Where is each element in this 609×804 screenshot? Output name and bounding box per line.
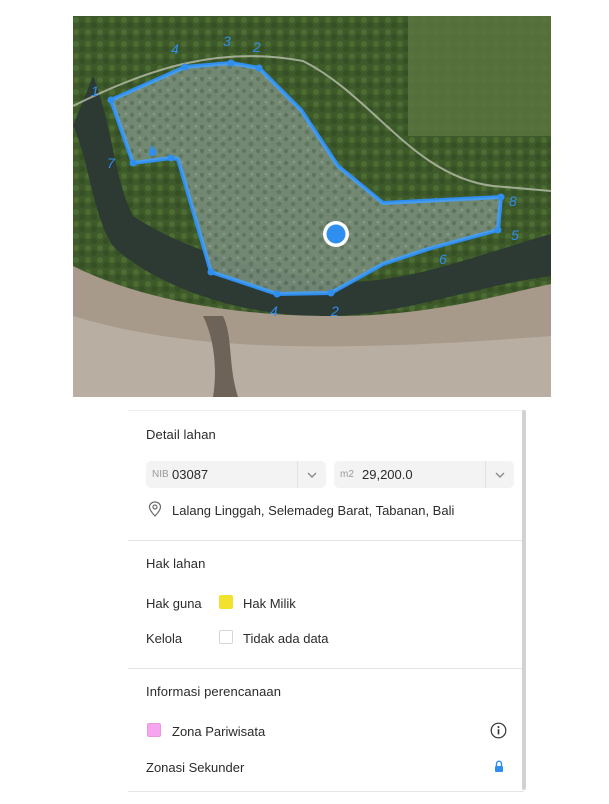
boundary-label: 6	[439, 251, 447, 267]
nib-value: 03087	[172, 467, 209, 482]
section-title-rights: Hak lahan	[146, 556, 206, 571]
parcel-map[interactable]: 4 3 2 1 7 5 8 6 5 4 2	[73, 16, 551, 397]
zonasi-sekunder-label: Zonasi Sekunder	[146, 760, 245, 775]
area-field[interactable]: m2 29,200.0	[334, 461, 514, 488]
detail-panel: Detail lahan NIB 03087 m2 29,200.0 Lalan…	[128, 410, 524, 792]
zona-label: Zona Pariwisata	[172, 724, 266, 739]
boundary-label: 2	[252, 39, 261, 55]
hak-guna-value: Hak Milik	[243, 596, 296, 611]
boundary-label: 7	[107, 155, 116, 171]
nib-prefix: NIB	[152, 469, 169, 480]
boundary-label: 3	[223, 33, 231, 49]
nib-field[interactable]: NIB 03087	[146, 461, 326, 488]
boundary-label: 1	[91, 83, 99, 99]
panel-scrollbar[interactable]	[522, 410, 526, 790]
field-area	[408, 16, 551, 136]
address-text: Lalang Linggah, Selemadeg Barat, Tabanan…	[172, 503, 455, 518]
boundary-label: 5	[148, 143, 156, 159]
location-pin-icon	[148, 501, 162, 517]
area-value: 29,200.0	[362, 467, 413, 482]
chevron-down-icon	[495, 472, 505, 478]
divider	[128, 668, 524, 669]
nib-dropdown-button[interactable]	[297, 461, 326, 488]
kelola-swatch	[219, 630, 233, 644]
map-canvas[interactable]: 4 3 2 1 7 5 8 6 5 4 2	[73, 16, 551, 397]
area-prefix: m2	[340, 469, 354, 480]
area-dropdown-button[interactable]	[485, 461, 514, 488]
info-icon[interactable]	[490, 722, 507, 739]
lock-icon[interactable]	[494, 760, 504, 773]
boundary-label: 4	[270, 303, 278, 319]
boundary-label: 2	[330, 303, 339, 319]
divider	[128, 540, 524, 541]
hak-guna-label: Hak guna	[146, 596, 202, 611]
chevron-down-icon	[307, 472, 317, 478]
boundary-label: 8	[509, 193, 517, 209]
boundary-label: 4	[171, 41, 179, 57]
hak-guna-swatch	[219, 595, 233, 609]
boundary-label: 5	[511, 227, 519, 243]
section-title-planning: Informasi perencanaan	[146, 684, 282, 699]
location-marker[interactable]	[323, 221, 349, 247]
section-title-detail: Detail lahan	[146, 427, 216, 442]
kelola-value: Tidak ada data	[243, 631, 329, 646]
zona-swatch	[147, 723, 161, 737]
kelola-label: Kelola	[146, 631, 183, 646]
